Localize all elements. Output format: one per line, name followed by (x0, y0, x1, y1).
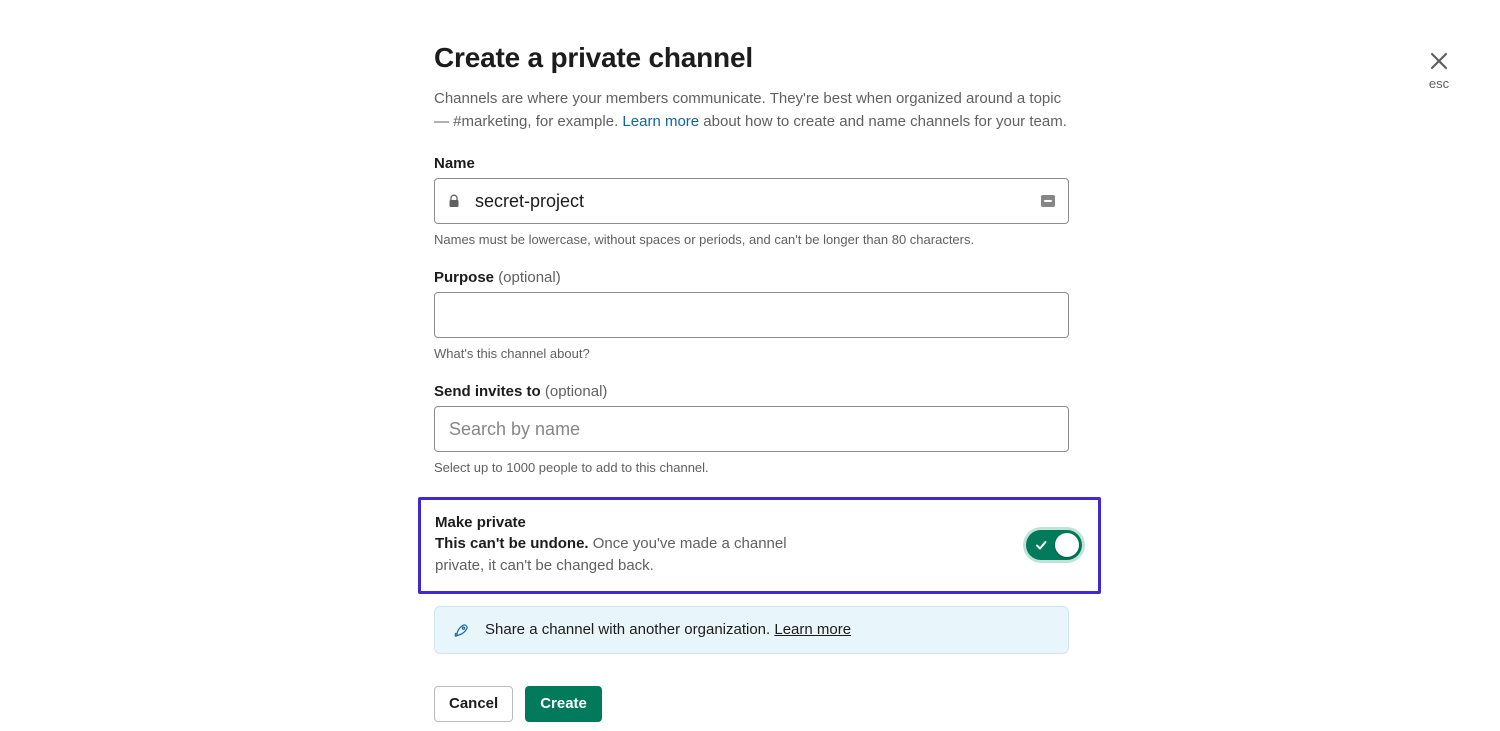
channel-name-input[interactable] (434, 178, 1069, 224)
make-private-body: This can't be undone. Once you've made a… (435, 533, 835, 577)
close-label: esc (1428, 76, 1450, 91)
invites-optional: (optional) (545, 383, 608, 400)
create-button[interactable]: Create (525, 686, 602, 722)
purpose-label: Purpose (optional) (434, 269, 1069, 286)
invites-help-text: Select up to 1000 people to add to this … (434, 460, 1069, 475)
make-private-toggle[interactable] (1026, 530, 1082, 560)
modal-title: Create a private channel (434, 42, 1069, 74)
invites-input[interactable] (434, 406, 1069, 452)
make-private-section: Make private This can't be undone. Once … (418, 497, 1101, 594)
purpose-input[interactable] (434, 292, 1069, 338)
modal-buttons: Cancel Create (434, 686, 1069, 722)
desc-after: about how to create and name channels fo… (699, 113, 1067, 130)
share-banner-text: Share a channel with another organizatio… (485, 621, 851, 638)
lock-icon (448, 194, 460, 208)
create-channel-modal: Create a private channel Channels are wh… (434, 42, 1069, 722)
keyboard-key-icon (1041, 195, 1055, 207)
close-button[interactable]: esc (1428, 50, 1450, 91)
purpose-help-text: What's this channel about? (434, 346, 1069, 361)
modal-description: Channels are where your members communic… (434, 88, 1069, 133)
invites-label: Send invites to (optional) (434, 383, 1069, 400)
close-icon (1428, 50, 1450, 72)
check-icon (1034, 538, 1048, 552)
name-help-text: Names must be lowercase, without spaces … (434, 232, 1069, 247)
share-learn-more-link[interactable]: Learn more (774, 621, 851, 638)
rocket-icon (453, 621, 471, 639)
learn-more-link[interactable]: Learn more (622, 113, 699, 130)
name-label: Name (434, 155, 1069, 172)
toggle-knob (1055, 533, 1079, 557)
purpose-optional: (optional) (498, 269, 561, 286)
share-channel-banner: Share a channel with another organizatio… (434, 606, 1069, 654)
cancel-button[interactable]: Cancel (434, 686, 513, 722)
make-private-title: Make private (435, 514, 835, 531)
